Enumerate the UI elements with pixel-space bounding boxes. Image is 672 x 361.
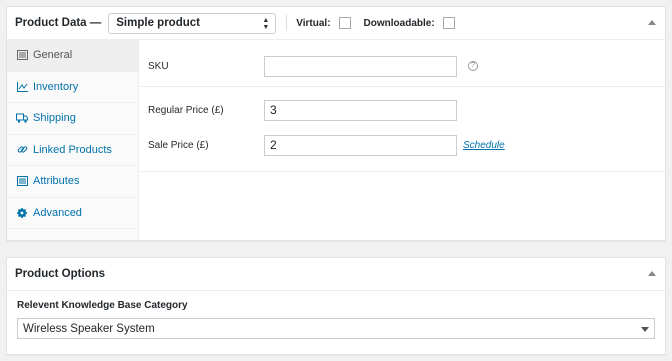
tab-label: Shipping: [33, 112, 76, 125]
kb-category-value: Wireless Speaker System: [23, 322, 155, 335]
select-arrows-icon: ▲ ▼: [262, 16, 270, 31]
sku-row: SKU ?: [140, 55, 665, 77]
product-data-box: Product Data — Simple product ▲ ▼ Virtual…: [6, 6, 666, 241]
product-options-header: Product Options: [7, 258, 665, 291]
product-data-title: Product Data —: [15, 17, 102, 29]
tab-inventory[interactable]: Inventory: [7, 72, 138, 103]
kb-category-select[interactable]: Wireless Speaker System: [17, 318, 655, 339]
collapse-toggle-icon[interactable]: [648, 271, 656, 276]
gear-icon: [16, 207, 28, 219]
product-options-box: Product Options Relevent Knowledge Base …: [6, 257, 666, 355]
tab-advanced[interactable]: Advanced: [7, 198, 138, 229]
tab-label: Advanced: [33, 206, 82, 219]
tab-label: Inventory: [33, 80, 79, 93]
sale-price-input[interactable]: [264, 134, 457, 156]
tab-general[interactable]: General: [7, 40, 138, 72]
truck-icon: [16, 112, 28, 124]
downloadable-checkbox[interactable]: [442, 17, 455, 29]
header-divider: [286, 15, 288, 31]
tab-label: General: [33, 49, 73, 62]
pricing-panel: Regular Price (£) Sale Price (£) Schedul…: [140, 86, 665, 216]
product-data-header: Product Data — Simple product ▲ ▼ Virtual…: [7, 7, 665, 40]
link-icon: [16, 144, 28, 156]
sale-price-row: Sale Price (£) Schedule: [140, 134, 665, 156]
downloadable-label: Downloadable:: [363, 17, 435, 29]
sku-input[interactable]: [264, 55, 457, 77]
regular-price-row: Regular Price (£): [140, 99, 665, 121]
sku-label: SKU: [148, 60, 169, 72]
sale-price-label: Sale Price (£): [148, 139, 209, 151]
product-data-tabs: General Inventory Shipping Linked Produc…: [7, 40, 139, 240]
kb-category-label: Relevent Knowledge Base Category: [17, 300, 188, 311]
virtual-label: Virtual:: [296, 17, 331, 29]
virtual-checkbox[interactable]: [338, 17, 351, 29]
help-icon[interactable]: ?: [468, 61, 478, 71]
product-type-value: Simple product: [116, 17, 200, 29]
regular-price-label: Regular Price (£): [148, 104, 224, 116]
chart-line-icon: [16, 81, 28, 93]
collapse-toggle-icon[interactable]: [648, 20, 656, 25]
tab-attributes[interactable]: Attributes: [7, 166, 138, 198]
schedule-link[interactable]: Schedule: [463, 140, 505, 151]
tab-label: Linked Products: [33, 143, 112, 156]
regular-price-input[interactable]: [264, 99, 457, 121]
tab-label: Attributes: [33, 175, 80, 188]
panel-divider: [140, 171, 665, 172]
product-options-title: Product Options: [15, 268, 106, 280]
tab-shipping[interactable]: Shipping: [7, 103, 138, 135]
list-icon: [16, 175, 28, 187]
general-icon: [16, 49, 28, 61]
tab-linked-products[interactable]: Linked Products: [7, 135, 138, 166]
chevron-down-icon: [641, 327, 649, 332]
product-type-select[interactable]: Simple product ▲ ▼: [108, 12, 277, 34]
